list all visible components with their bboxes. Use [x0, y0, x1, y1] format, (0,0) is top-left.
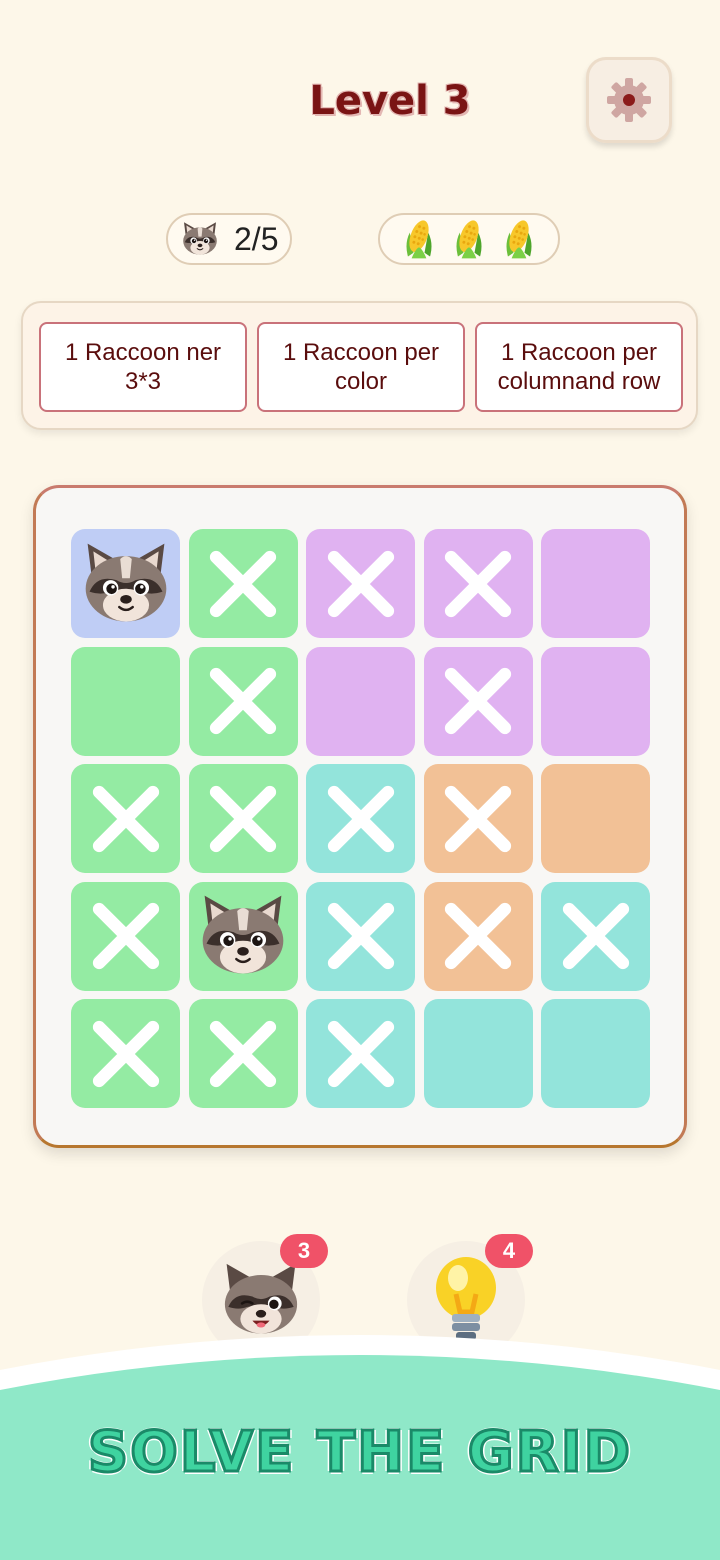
x-mark-icon [313, 771, 409, 867]
rule-card: 1 Raccoon per columnand row [475, 322, 683, 412]
x-mark-icon [430, 771, 526, 867]
grid-cell[interactable] [71, 881, 180, 991]
grid-cell[interactable] [541, 881, 650, 991]
x-mark-icon [430, 888, 526, 984]
puzzle-board [33, 485, 687, 1148]
grid-cell[interactable] [423, 764, 533, 873]
x-mark-icon [195, 653, 291, 749]
grid-cell[interactable] [188, 646, 298, 756]
grid-cell[interactable] [188, 529, 298, 638]
x-mark-icon [430, 653, 526, 749]
grid-cell[interactable] [306, 646, 415, 756]
grid-cell[interactable] [423, 881, 533, 991]
grid-cell[interactable] [306, 999, 415, 1108]
x-mark-icon [313, 1006, 409, 1102]
lightbulb-hint-count-badge: 4 [485, 1234, 533, 1268]
grid-cell[interactable] [306, 764, 415, 873]
rule-card: 1 Raccoon per color [257, 322, 465, 412]
grid-cell[interactable] [306, 881, 415, 991]
x-mark-icon [78, 771, 174, 867]
x-mark-icon [430, 536, 526, 632]
x-mark-icon [78, 1006, 174, 1102]
grid-cell[interactable] [423, 646, 533, 756]
grid-cell[interactable] [423, 529, 533, 638]
raccoon-face-icon [178, 219, 222, 259]
grid-cell[interactable] [71, 646, 180, 756]
grid-cell[interactable] [188, 881, 298, 991]
grid-cell[interactable] [71, 529, 180, 638]
grid-cell[interactable] [188, 764, 298, 873]
grid-cell[interactable] [188, 999, 298, 1108]
lives-pill [378, 213, 560, 265]
grid-cell[interactable] [541, 646, 650, 756]
settings-button[interactable] [586, 57, 672, 143]
x-mark-icon [195, 536, 291, 632]
corn-icon [450, 216, 488, 262]
grid-cell[interactable] [306, 529, 415, 638]
corn-icon [400, 216, 438, 262]
grid-cell[interactable] [423, 999, 533, 1108]
x-mark-icon [313, 888, 409, 984]
rules-panel: 1 Raccoon ner 3*3 1 Raccoon per color 1 … [21, 301, 698, 430]
x-mark-icon [78, 888, 174, 984]
corn-icon [500, 216, 538, 262]
x-mark-icon [313, 536, 409, 632]
grid-cell[interactable] [71, 999, 180, 1108]
rule-card: 1 Raccoon ner 3*3 [39, 322, 247, 412]
raccoon-progress-pill: 2/5 [166, 213, 292, 265]
gear-icon [607, 78, 651, 122]
x-mark-icon [548, 888, 644, 984]
grid-cell[interactable] [541, 764, 650, 873]
x-mark-icon [195, 771, 291, 867]
progress-count: 2/5 [234, 220, 279, 257]
grid-cell[interactable] [541, 529, 650, 638]
grid-cell[interactable] [71, 764, 180, 873]
grid-cell[interactable] [541, 999, 650, 1108]
raccoon-icon [191, 888, 295, 984]
raccoon-icon [74, 536, 178, 632]
footer-banner-text: SOLVE THE GRID [86, 1419, 633, 1487]
x-mark-icon [195, 1006, 291, 1102]
raccoon-hint-count-badge: 3 [280, 1234, 328, 1268]
